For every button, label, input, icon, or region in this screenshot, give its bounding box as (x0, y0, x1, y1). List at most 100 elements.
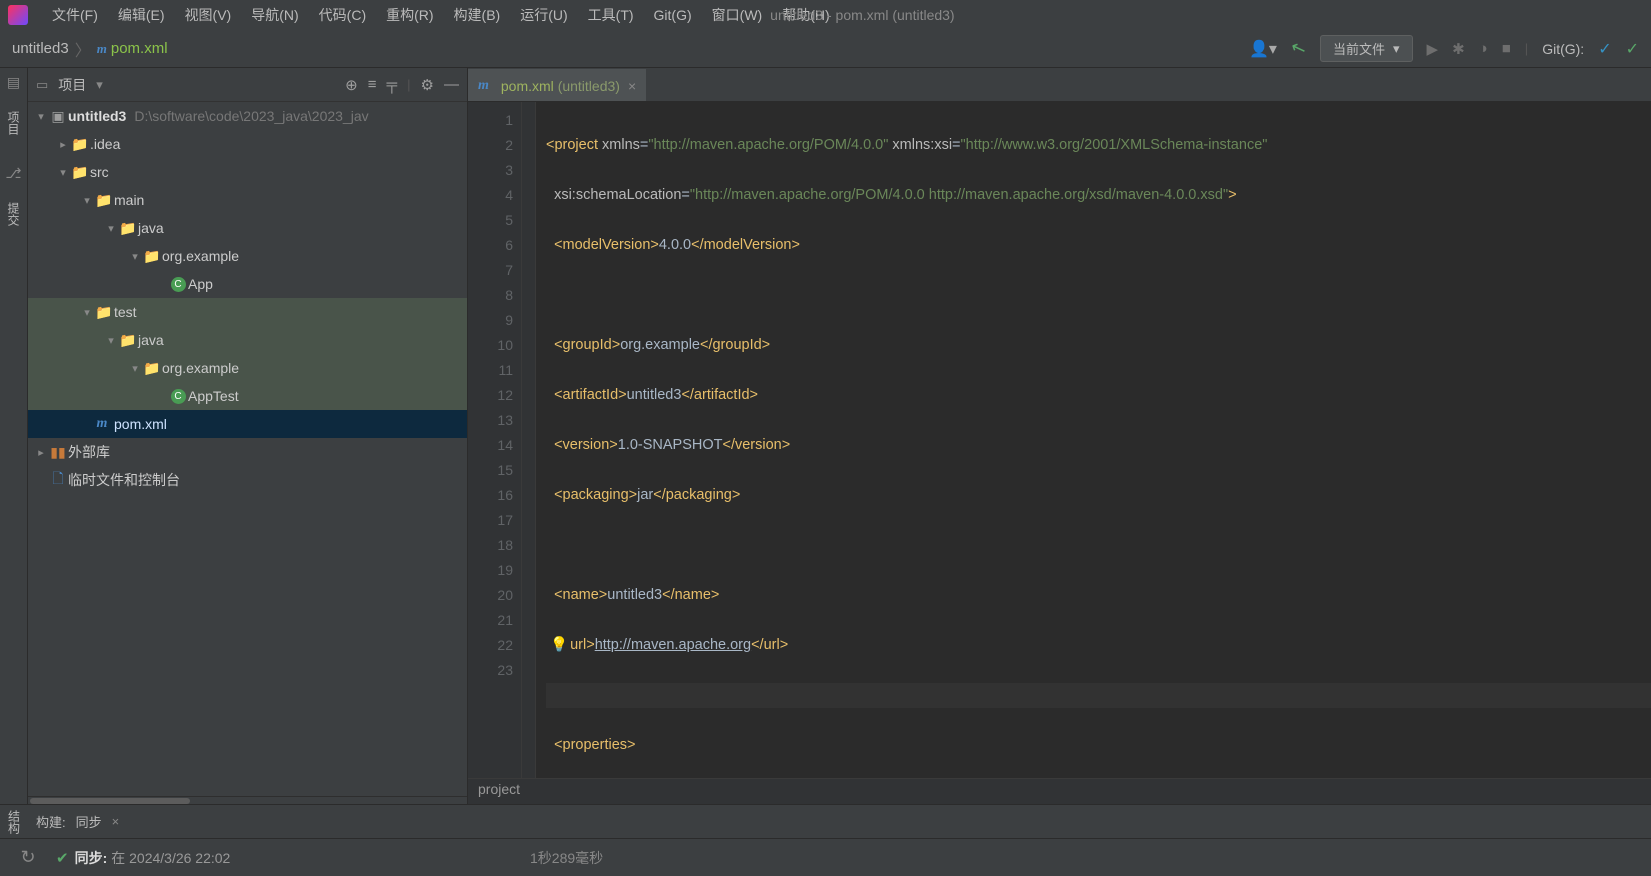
collapse-all-icon[interactable]: ╤ (387, 76, 398, 93)
tree-main-pkg[interactable]: ▾📁 org.example (28, 242, 467, 270)
tree-item-label: 临时文件和控制台 (68, 470, 180, 490)
tree-root-path: D:\software\code\2023_java\2023_jav (134, 108, 368, 124)
app-logo (8, 5, 28, 25)
run-config-select[interactable]: 当前文件 ▾ (1320, 35, 1413, 62)
commit-rail-icon[interactable]: ⎇ (5, 165, 21, 182)
tree-item-label: test (114, 304, 137, 320)
tree-item-label: src (90, 164, 109, 180)
tree-item-label: org.example (162, 360, 239, 376)
refresh-icon[interactable]: ↻ (0, 847, 56, 868)
breadcrumb-root[interactable]: untitled3 (12, 40, 69, 57)
breadcrumb-sep: 〉 (75, 37, 91, 61)
editor-tabs: m pom.xml (untitled3) × (468, 68, 1651, 102)
tree-ext-libs[interactable]: ▸▮▮ 外部库 (28, 438, 467, 466)
chevron-down-icon[interactable]: ▾ (96, 77, 103, 93)
locate-icon[interactable]: ⊕ (345, 76, 358, 94)
tree-test-java[interactable]: ▾📁 java (28, 326, 467, 354)
class-icon: C (171, 277, 186, 292)
project-rail-icon[interactable]: ▤ (7, 74, 20, 91)
git-toolbar-label: Git(G): (1542, 41, 1584, 57)
tree-item-label: 外部库 (68, 442, 110, 462)
expand-all-icon[interactable]: ≡ (368, 76, 377, 93)
menu-edit[interactable]: 编辑(E) (108, 5, 175, 25)
class-icon: C (171, 389, 186, 404)
menu-bar: 文件(F) 编辑(E) 视图(V) 导航(N) 代码(C) 重构(R) 构建(B… (0, 0, 1651, 30)
tree-h-scrollbar[interactable] (28, 796, 467, 804)
editor-breadcrumb[interactable]: project (468, 778, 1651, 804)
tree-pom[interactable]: m pom.xml (28, 410, 467, 438)
tree-main[interactable]: ▾📁 main (28, 186, 467, 214)
git-pull-icon[interactable]: ✓ (1598, 39, 1611, 59)
coverage-icon[interactable]: ◑ (1479, 40, 1488, 57)
chevron-down-icon: ▾ (1393, 41, 1400, 57)
editor-tab-pom[interactable]: m pom.xml (untitled3) × (468, 69, 646, 101)
commit-rail-label[interactable]: 提交 (5, 202, 22, 226)
tree-scratches[interactable]: 🗋 临时文件和控制台 (28, 466, 467, 494)
run-config-label: 当前文件 (1333, 39, 1385, 58)
minimize-icon[interactable]: — (444, 76, 459, 93)
tab-filename: pom.xml (untitled3) (501, 78, 620, 94)
editor-gutter: 1234567891011121314151617181920212223 (468, 102, 522, 778)
menu-build[interactable]: 构建(B) (444, 5, 511, 25)
tree-app[interactable]: C App (28, 270, 467, 298)
menu-git[interactable]: Git(G) (644, 7, 702, 23)
tree-item-label: .idea (90, 136, 120, 152)
tree-test-pkg[interactable]: ▾📁 org.example (28, 354, 467, 382)
menu-tools[interactable]: 工具(T) (578, 5, 644, 25)
stop-icon[interactable]: ■ (1502, 40, 1511, 57)
tree-item-label: main (114, 192, 144, 208)
project-tree[interactable]: ▾▣ untitled3 D:\software\code\2023_java\… (28, 102, 467, 796)
tree-item-label: org.example (162, 248, 239, 264)
build-icon[interactable]: ↖ (1288, 36, 1309, 61)
build-panel-header: 结构 构建: 同步 × (0, 804, 1651, 838)
menu-view[interactable]: 视图(V) (175, 5, 242, 25)
fold-gutter[interactable] (522, 102, 536, 778)
scratch-icon: 🗋 (48, 468, 68, 492)
maven-icon: m (97, 416, 108, 432)
folder-icon: ▭ (36, 77, 48, 93)
build-duration: 1秒289毫秒 (530, 848, 603, 868)
structure-rail-label[interactable]: 结构 (6, 810, 23, 834)
run-icon[interactable]: ▶ (1427, 40, 1439, 58)
close-icon[interactable]: × (112, 814, 120, 829)
gear-icon[interactable]: ⚙ (421, 76, 434, 94)
close-icon[interactable]: × (628, 78, 636, 94)
menu-file[interactable]: 文件(F) (42, 5, 108, 25)
debug-icon[interactable]: ✱ (1452, 40, 1465, 58)
menu-run[interactable]: 运行(U) (510, 5, 577, 25)
maven-icon: m (478, 78, 489, 94)
menu-window[interactable]: 窗口(W) (702, 5, 773, 25)
tree-root[interactable]: ▾▣ untitled3 D:\software\code\2023_java\… (28, 102, 467, 130)
main-split: ▤ 项目 ⎇ 提交 ▭ 项目 ▾ ⊕ ≡ ╤ | ⚙ — ▾▣ untitled… (0, 68, 1651, 804)
tree-item-label: java (138, 332, 164, 348)
breadcrumb-file[interactable]: pom.xml (111, 40, 168, 57)
tree-item-label: AppTest (188, 388, 239, 404)
tree-root-label: untitled3 (68, 108, 126, 124)
editor-area: m pom.xml (untitled3) × 1234567891011121… (468, 68, 1651, 804)
build-title: 构建: (36, 812, 66, 831)
user-icon[interactable]: 👤▾ (1249, 39, 1277, 59)
intention-bulb-icon[interactable]: 💡 (550, 637, 568, 653)
sync-time: 在 2024/3/26 22:02 (111, 848, 230, 868)
left-tool-rail: ▤ 项目 ⎇ 提交 (0, 68, 28, 804)
tree-item-label: java (138, 220, 164, 236)
tree-item-label: App (188, 276, 213, 292)
tree-test[interactable]: ▾📁 test (28, 298, 467, 326)
menu-code[interactable]: 代码(C) (309, 5, 376, 25)
nav-toolbar: untitled3 〉 m pom.xml 👤▾ ↖ 当前文件▾ ▶ ✱ ◑ ■… (0, 30, 1651, 68)
tree-item-label: pom.xml (114, 416, 167, 432)
menu-navigate[interactable]: 导航(N) (241, 5, 308, 25)
code-editor[interactable]: <project xmlns="http://maven.apache.org/… (536, 102, 1651, 778)
project-rail-label[interactable]: 项目 (5, 111, 22, 135)
check-icon: ✔ (56, 849, 69, 867)
git-push-icon[interactable]: ✓ (1626, 39, 1639, 59)
status-bar: ↻ ✔ 同步: 在 2024/3/26 22:02 1秒289毫秒 (0, 838, 1651, 876)
project-tree-title[interactable]: 项目 (58, 75, 86, 95)
menu-refactor[interactable]: 重构(R) (376, 5, 443, 25)
library-icon: ▮▮ (48, 444, 68, 461)
build-tab-sync[interactable]: 同步 (76, 812, 102, 831)
tree-main-java[interactable]: ▾📁 java (28, 214, 467, 242)
tree-src[interactable]: ▾📁 src (28, 158, 467, 186)
tree-apptest[interactable]: C AppTest (28, 382, 467, 410)
tree-idea[interactable]: ▸📁 .idea (28, 130, 467, 158)
